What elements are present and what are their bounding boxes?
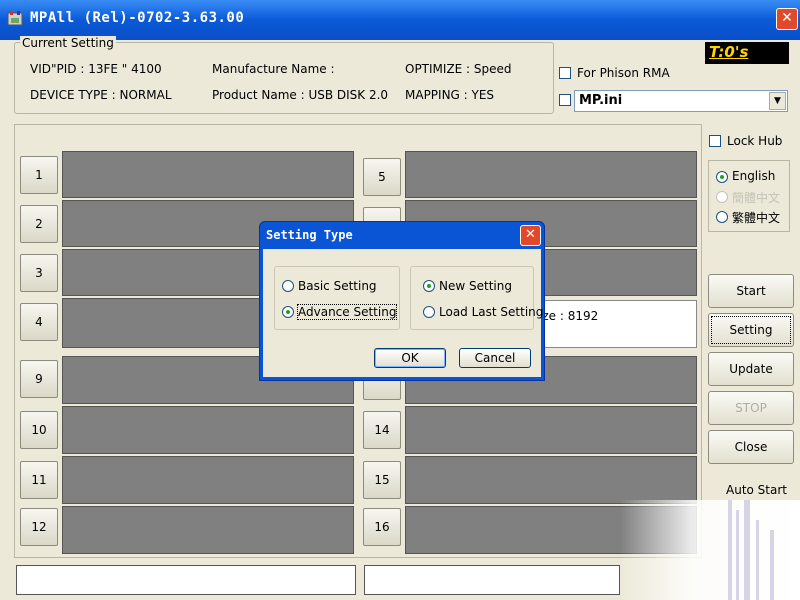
mapping-text: MAPPING : YES [405, 88, 495, 102]
port-status-11 [62, 456, 354, 504]
port-button-16[interactable]: 16 [363, 508, 401, 546]
app-icon [7, 11, 23, 26]
title-bar[interactable]: MPAll (Rel)-0702-3.63.00 ✕ [0, 0, 800, 40]
manufacture-name-text: Manufacture Name : [212, 62, 335, 76]
lock-hub-checkbox[interactable] [709, 135, 721, 147]
ini-select-value: MP.ini [579, 93, 623, 108]
load-last-setting-label: Load Last Setting [439, 305, 544, 319]
port-status-10 [62, 406, 354, 454]
port-button-15[interactable]: 15 [363, 461, 401, 499]
language-radio-simplified[interactable] [716, 191, 728, 203]
port-status-14 [405, 406, 697, 454]
phison-rma-checkbox[interactable] [559, 67, 571, 79]
lock-hub-label: Lock Hub [727, 134, 783, 148]
port-button-9[interactable]: 9 [20, 360, 58, 398]
phison-rma-label: For Phison RMA [577, 66, 670, 80]
window-title: MPAll (Rel)-0702-3.63.00 [30, 10, 245, 26]
watermark-bar [736, 510, 739, 600]
setting-type-dialog: Setting Type ✕ Basic Setting Advance Set… [259, 221, 545, 381]
optimize-text: OPTIMIZE : Speed [405, 62, 512, 76]
start-button[interactable]: Start [708, 274, 794, 308]
watermark-bar [756, 520, 759, 600]
current-setting-label: Current Setting [20, 36, 116, 50]
ini-checkbox[interactable] [559, 94, 571, 106]
port-status-12 [62, 506, 354, 554]
basic-setting-radio[interactable] [282, 280, 294, 292]
language-radio-english[interactable] [716, 171, 728, 183]
auto-start-label: Auto Start [726, 483, 787, 497]
setting-button[interactable]: Setting [708, 313, 794, 347]
new-setting-label: New Setting [439, 279, 512, 293]
port-button-10[interactable]: 10 [20, 411, 58, 449]
advance-setting-label: Advance Setting [296, 304, 398, 320]
timer-display: T:0's [705, 42, 789, 64]
current-setting-group [14, 42, 554, 114]
port8-info-text: ize : 8192 [539, 309, 599, 323]
port-button-3[interactable]: 3 [20, 254, 58, 292]
port-status-5 [405, 151, 697, 198]
language-label-english: English [732, 169, 776, 183]
window-close-button[interactable]: ✕ [776, 8, 798, 30]
setting-mode-group [274, 266, 400, 330]
port-button-2[interactable]: 2 [20, 205, 58, 243]
port-button-12[interactable]: 12 [20, 508, 58, 546]
new-setting-radio[interactable] [423, 280, 435, 292]
port-button-1[interactable]: 1 [20, 156, 58, 194]
watermark-bar [770, 530, 774, 600]
update-button[interactable]: Update [708, 352, 794, 386]
advance-setting-radio[interactable] [282, 306, 294, 318]
watermark-bar [728, 500, 732, 600]
status-box-left [16, 565, 356, 595]
close-button[interactable]: Close [708, 430, 794, 464]
load-last-setting-radio[interactable] [423, 306, 435, 318]
status-box-right [364, 565, 620, 595]
ini-select[interactable]: MP.ini ▼ [574, 90, 788, 112]
ok-button[interactable]: OK [374, 348, 446, 368]
language-radio-traditional[interactable] [716, 211, 728, 223]
port-button-14[interactable]: 14 [363, 411, 401, 449]
device-type-text: DEVICE TYPE : NORMAL [30, 88, 172, 102]
port-status-15 [405, 456, 697, 504]
chevron-down-icon[interactable]: ▼ [769, 92, 786, 110]
dialog-title: Setting Type [266, 228, 353, 242]
port-button-5[interactable]: 5 [363, 158, 401, 196]
dialog-body: Basic Setting Advance Setting New Settin… [263, 249, 544, 377]
language-label-simplified: 簡體中文 [732, 191, 781, 205]
dialog-close-button[interactable]: ✕ [520, 225, 541, 246]
watermark-bar [744, 500, 750, 600]
vid-pid-text: VID"PID : 13FE " 4100 [30, 62, 162, 76]
language-label-traditional: 繁體中文 [732, 211, 781, 225]
port-status-1 [62, 151, 354, 198]
basic-setting-label: Basic Setting [298, 279, 377, 293]
setting-source-group [410, 266, 534, 330]
product-name-text: Product Name : USB DISK 2.0 [212, 88, 389, 102]
port-button-4[interactable]: 4 [20, 303, 58, 341]
cancel-button[interactable]: Cancel [459, 348, 531, 368]
port-button-11[interactable]: 11 [20, 461, 58, 499]
stop-button[interactable]: STOP [708, 391, 794, 425]
watermark-fade [620, 500, 800, 600]
